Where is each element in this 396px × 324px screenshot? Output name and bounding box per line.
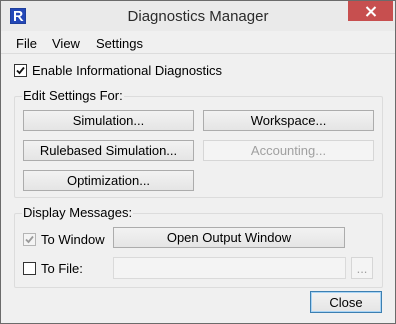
workspace-button[interactable]: Workspace... [203,110,374,131]
menu-view[interactable]: View [52,36,80,51]
window-title: Diagnostics Manager [127,8,269,25]
enable-diagnostics-checkbox[interactable] [14,64,27,77]
title-bar: Diagnostics Manager [1,1,395,31]
checkmark-icon [25,235,34,244]
diagnostics-manager-window: Diagnostics Manager File View Settings E… [0,0,396,324]
enable-diagnostics-label: Enable Informational Diagnostics [32,63,223,78]
close-icon [365,5,376,17]
optimization-button[interactable]: Optimization... [23,170,194,191]
edit-settings-title: Edit Settings For: [22,88,124,103]
accounting-button[interactable]: Accounting... [203,140,374,161]
to-file-label: To File: [41,261,83,276]
rulebased-simulation-button[interactable]: Rulebased Simulation... [23,140,194,161]
checkmark-icon [16,66,25,75]
menu-file[interactable]: File [16,36,37,51]
file-path-input[interactable] [113,257,346,279]
open-output-window-button[interactable]: Open Output Window [113,227,345,248]
to-file-checkbox[interactable] [23,262,36,275]
menu-settings[interactable]: Settings [96,36,143,51]
to-window-checkbox[interactable] [23,233,36,246]
close-button[interactable]: Close [310,291,382,313]
menu-bar: File View Settings [1,31,395,54]
to-window-label: To Window [41,232,105,247]
browse-button[interactable]: ... [351,257,373,279]
display-messages-title: Display Messages: [22,205,134,220]
window-close-button[interactable] [348,1,393,21]
simulation-button[interactable]: Simulation... [23,110,194,131]
